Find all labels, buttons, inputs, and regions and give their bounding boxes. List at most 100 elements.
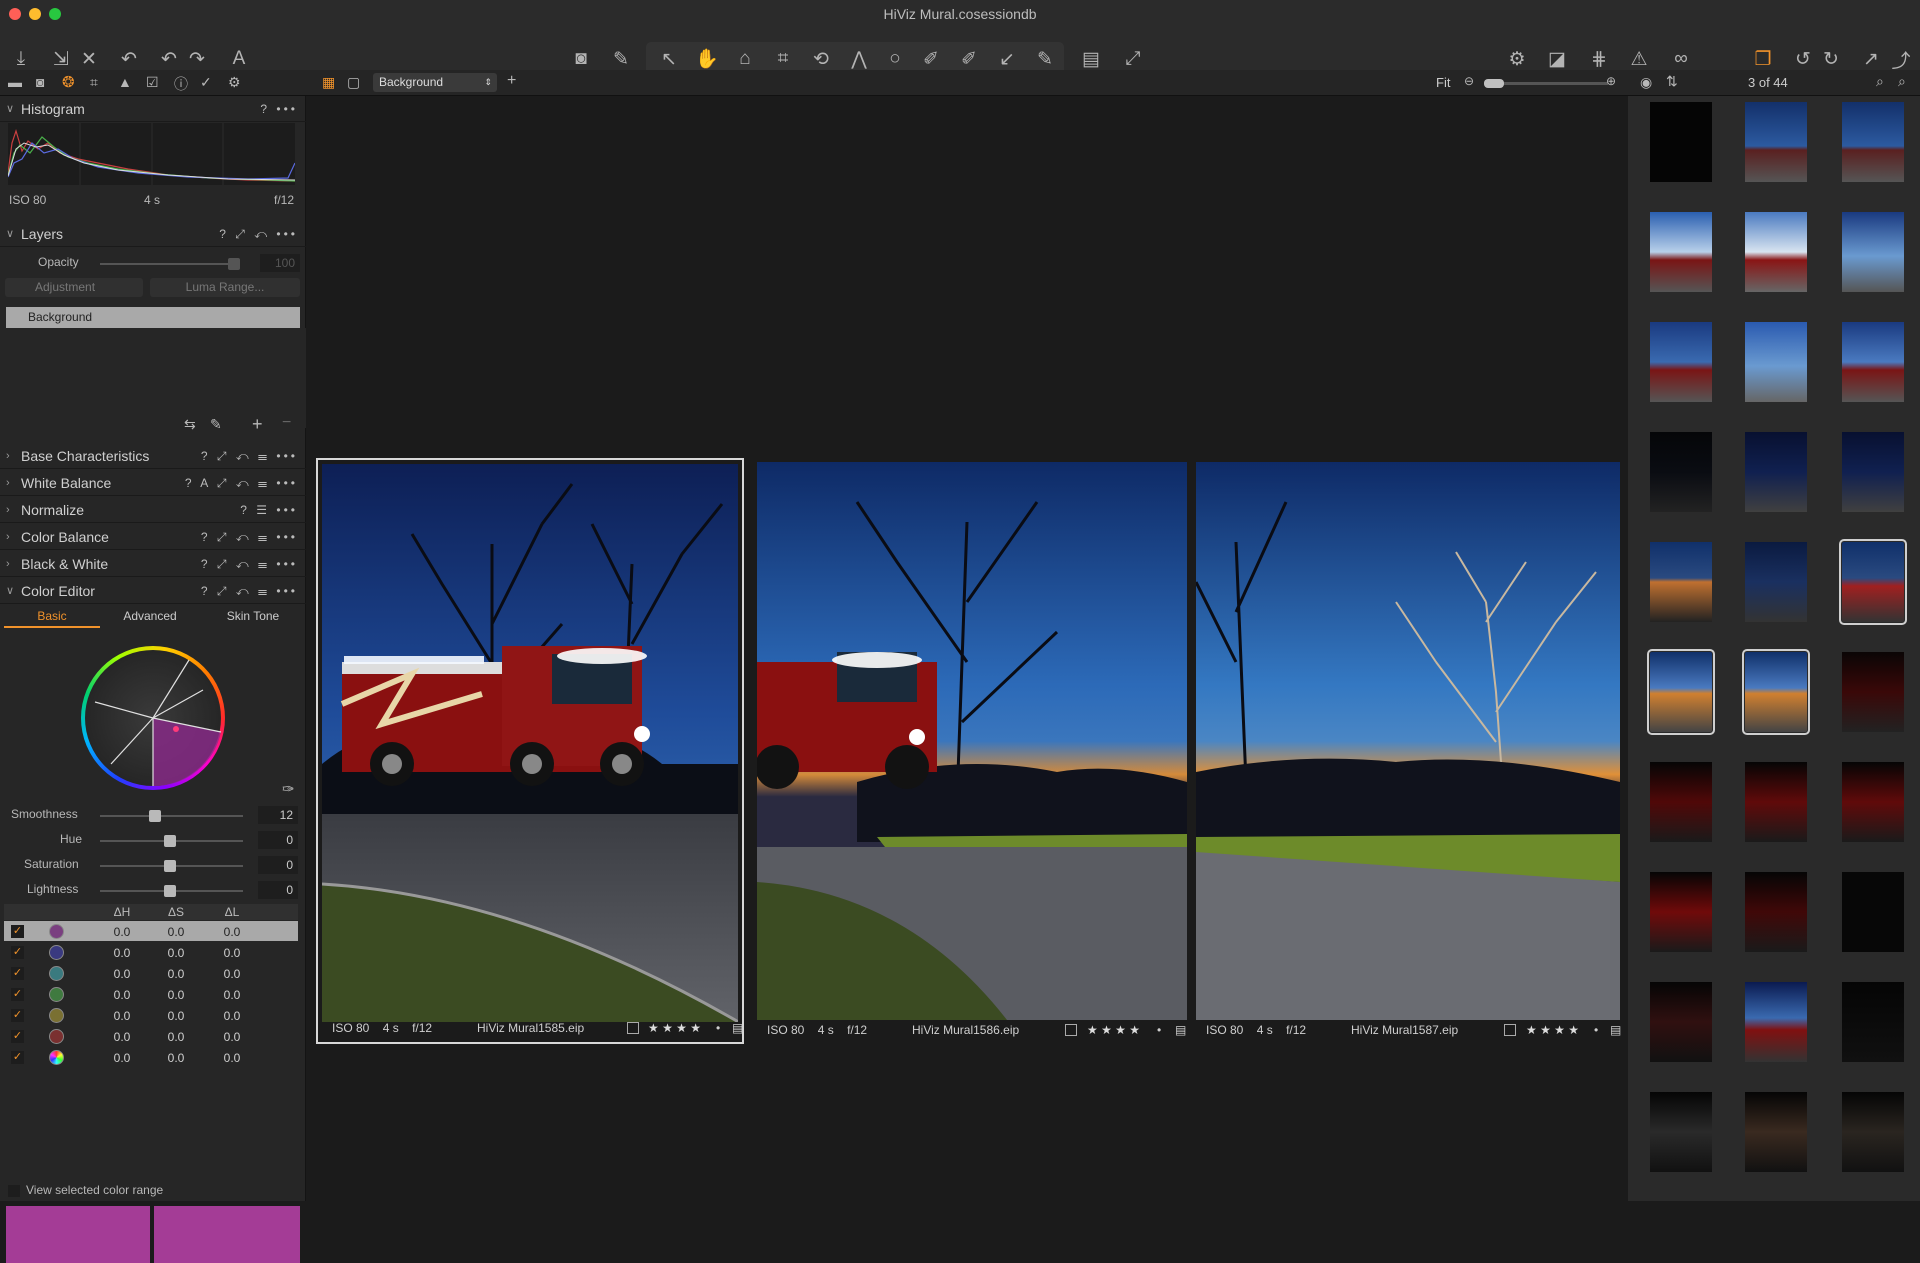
brush-menu-icon[interactable]: ✎	[210, 416, 222, 433]
lightness-value[interactable]: 0	[258, 881, 298, 899]
smoothness-slider[interactable]	[100, 810, 243, 822]
layers-header[interactable]: ∨ Layers ? ⤢ ↶ •••	[0, 221, 306, 247]
hue-value[interactable]: 0	[258, 831, 298, 849]
help-icon[interactable]: ?	[219, 227, 229, 241]
star-rating[interactable]: ★ ★ ★ ★	[648, 1018, 701, 1038]
help-icon[interactable]: ?	[201, 557, 211, 571]
layer-select[interactable]: Background ⇕	[373, 73, 497, 92]
browser-thumbnail[interactable]	[1650, 102, 1712, 182]
link-icon[interactable]: ⤢	[217, 557, 230, 571]
normalize-header[interactable]: › Normalize ? ☰ •••	[0, 497, 306, 523]
eye-icon[interactable]: ◉	[1640, 74, 1652, 91]
chevron-down-icon[interactable]: ∨	[6, 96, 14, 122]
crop-tab-icon[interactable]: ⌗	[90, 74, 98, 91]
browser-thumbnail[interactable]	[1650, 1092, 1712, 1172]
more-icon[interactable]: •••	[276, 530, 298, 544]
settings-tab-icon[interactable]: ⚙	[228, 74, 241, 91]
reset-icon[interactable]: ↶	[236, 449, 252, 463]
color-range-row[interactable]: ✓ 0.0 0.0 0.0	[4, 984, 298, 1004]
base-characteristics-header[interactable]: › Base Characteristics ? ⤢ ↶ ☰ •••	[0, 443, 306, 469]
metadata-icon[interactable]: ▤	[1610, 1020, 1621, 1040]
chevron-right-icon[interactable]: ›	[6, 497, 10, 523]
range-color-dot[interactable]	[49, 945, 64, 960]
lightness-slider[interactable]	[100, 885, 243, 897]
color-range-row[interactable]: ✓ 0.0 0.0 0.0	[4, 1026, 298, 1046]
library-tab-icon[interactable]: ▬	[8, 74, 22, 90]
list-icon[interactable]: ☰	[258, 584, 270, 598]
color-range-row[interactable]: ✓ 0.0 0.0 0.0	[4, 1005, 298, 1025]
chevron-right-icon[interactable]: ›	[6, 524, 10, 550]
list-icon[interactable]: ☰	[258, 449, 270, 463]
zoom-window-button[interactable]	[49, 8, 61, 20]
tab-basic[interactable]: Basic	[4, 606, 100, 628]
browser-thumbnail[interactable]	[1650, 982, 1712, 1062]
auto-button[interactable]: A	[200, 476, 210, 490]
add-layer-icon[interactable]: +	[507, 72, 516, 90]
color-range-row[interactable]: ✓ 0.0 0.0 0.0	[4, 1047, 298, 1067]
multi-view-icon[interactable]: ▦	[322, 74, 335, 91]
range-checkbox[interactable]: ✓	[11, 967, 24, 980]
range-color-dot[interactable]	[49, 924, 64, 939]
tab-advanced[interactable]: Advanced	[100, 606, 200, 628]
browser-thumbnail[interactable]	[1745, 872, 1807, 952]
chevron-down-icon[interactable]: ∨	[6, 578, 14, 604]
chevron-right-icon[interactable]: ›	[6, 443, 10, 469]
more-icon[interactable]: •••	[276, 503, 298, 517]
saturation-value[interactable]: 0	[258, 856, 298, 874]
more-icon[interactable]: •••	[276, 584, 298, 598]
range-color-dot[interactable]	[49, 1008, 64, 1023]
select-checkbox[interactable]	[1504, 1024, 1516, 1036]
search-icon[interactable]: ⌕	[1876, 73, 1884, 90]
browser-thumbnail[interactable]	[1842, 982, 1904, 1062]
metadata-icon[interactable]: ▤	[1175, 1020, 1186, 1040]
range-color-dot[interactable]	[49, 987, 64, 1002]
exposure-tab-icon[interactable]: ▲	[118, 74, 132, 90]
browser-thumbnail[interactable]	[1842, 872, 1904, 952]
tab-skin-tone[interactable]: Skin Tone	[200, 606, 306, 628]
browser-thumbnail[interactable]	[1650, 762, 1712, 842]
minimize-window-button[interactable]	[29, 8, 41, 20]
adjustment-select[interactable]: Adjustment	[5, 278, 143, 297]
help-icon[interactable]: ?	[201, 530, 211, 544]
color-tab-icon[interactable]: ❂	[62, 73, 75, 91]
capture-tab-icon[interactable]: ◙	[36, 74, 44, 90]
reset-icon[interactable]: ↶	[236, 476, 252, 490]
saturation-slider[interactable]	[100, 860, 243, 872]
smoothness-value[interactable]: 12	[258, 806, 298, 824]
browser-thumbnail[interactable]	[1839, 539, 1907, 625]
browser-thumbnail[interactable]	[1650, 212, 1712, 292]
browser-thumbnail[interactable]	[1745, 212, 1807, 292]
reset-icon[interactable]: ↶	[236, 557, 252, 571]
more-icon[interactable]: •••	[276, 557, 298, 571]
star-rating[interactable]: ★ ★ ★ ★	[1526, 1020, 1579, 1040]
chevron-right-icon[interactable]: ›	[6, 551, 10, 577]
browser-thumbnail[interactable]	[1745, 322, 1807, 402]
zoom-fit-label[interactable]: Fit	[1436, 75, 1450, 90]
range-checkbox[interactable]: ✓	[11, 925, 24, 938]
link-icon[interactable]: ⤢	[217, 530, 230, 544]
browser-thumbnail[interactable]	[1842, 322, 1904, 402]
more-icon[interactable]: •••	[276, 476, 298, 490]
browser-thumbnail[interactable]	[1842, 652, 1904, 732]
chevron-down-icon[interactable]: ∨	[6, 221, 14, 247]
select-checkbox[interactable]	[627, 1022, 639, 1034]
star-rating[interactable]: ★ ★ ★ ★	[1087, 1020, 1140, 1040]
help-icon[interactable]: ?	[201, 584, 211, 598]
browser-thumbnail[interactable]	[1842, 1092, 1904, 1172]
browser-thumbnail[interactable]	[1647, 649, 1715, 735]
link-icon[interactable]: ⤢	[235, 227, 248, 241]
browser-thumbnail[interactable]	[1745, 1092, 1807, 1172]
browser-thumbnail[interactable]	[1842, 432, 1904, 512]
range-color-dot[interactable]	[49, 1029, 64, 1044]
metadata-icon[interactable]: ▤	[732, 1018, 743, 1038]
browser-thumbnail[interactable]	[1650, 542, 1712, 622]
opacity-value[interactable]: 100	[260, 254, 300, 272]
browser-thumbnail[interactable]	[1745, 432, 1807, 512]
browser-thumbnail[interactable]	[1650, 322, 1712, 402]
range-checkbox[interactable]: ✓	[11, 988, 24, 1001]
list-icon[interactable]: ☰	[258, 476, 270, 490]
viewer-image-card[interactable]: ISO 80 4 s f/12 HiViz Mural1585.eip ★ ★ …	[316, 458, 744, 1044]
filter-icon[interactable]: ⌕	[1898, 73, 1906, 90]
color-balance-header[interactable]: › Color Balance ? ⤢ ↶ ☰ •••	[0, 524, 306, 550]
select-checkbox[interactable]	[1065, 1024, 1077, 1036]
